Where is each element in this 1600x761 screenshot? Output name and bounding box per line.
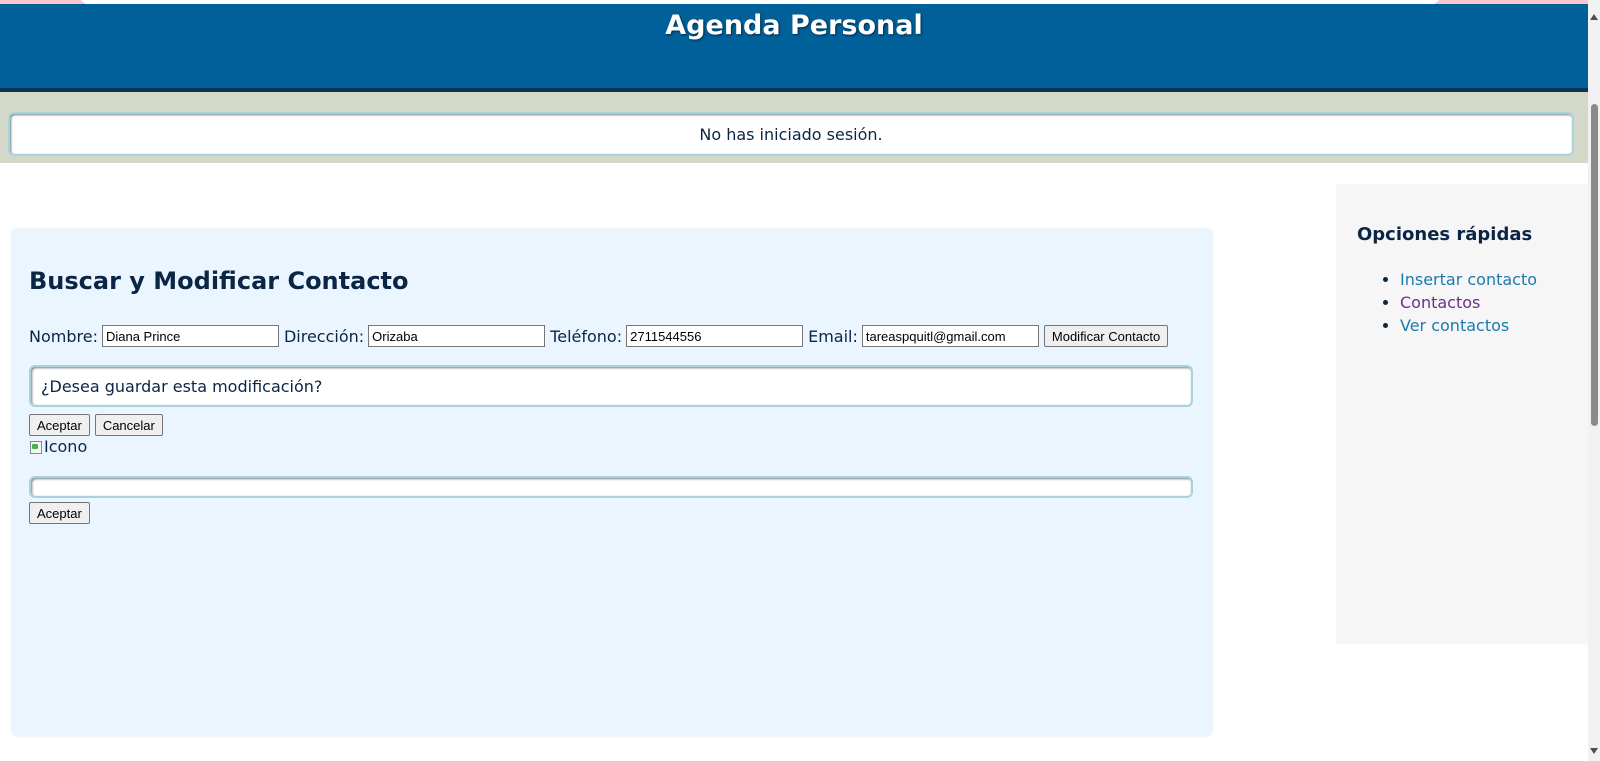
sidebar-link-insertar-contacto[interactable]: Insertar contacto	[1400, 270, 1537, 289]
result-actions: Aceptar	[29, 502, 90, 524]
confirm-accept-button[interactable]: Aceptar	[29, 414, 90, 436]
page-scrollbar[interactable]	[1588, 0, 1600, 761]
sidebar-item-contacts: Contactos	[1400, 291, 1537, 314]
broken-image-icon	[29, 440, 43, 454]
nombre-label: Nombre:	[29, 326, 98, 346]
session-status-text: No has iniciado sesión.	[699, 124, 883, 144]
result-accept-button[interactable]: Aceptar	[29, 502, 90, 524]
site-title: Agenda Personal	[665, 10, 923, 41]
sidebar-link-ver-contactos[interactable]: Ver contactos	[1400, 316, 1509, 335]
icon-image: Icono	[29, 437, 87, 456]
result-message-box	[29, 476, 1193, 498]
main-panel: Buscar y Modificar Contacto Nombre: Dire…	[12, 229, 1212, 736]
scrollbar-thumb[interactable]	[1591, 104, 1598, 426]
quick-options-sidebar: Opciones rápidas Insertar contacto Conta…	[1336, 184, 1588, 644]
confirm-cancel-button[interactable]: Cancelar	[94, 414, 163, 436]
scroll-down-icon[interactable]	[1590, 748, 1598, 754]
session-band: No has iniciado sesión.	[0, 92, 1588, 163]
sidebar-link-contactos[interactable]: Contactos	[1400, 293, 1480, 312]
session-status-box: No has iniciado sesión.	[8, 112, 1574, 156]
page-heading: Buscar y Modificar Contacto	[29, 267, 409, 295]
scroll-up-icon[interactable]	[1590, 14, 1598, 20]
email-label: Email:	[808, 326, 858, 346]
site-header: Agenda Personal	[0, 4, 1588, 92]
direccion-input[interactable]	[368, 325, 546, 347]
modify-contact-button[interactable]: Modificar Contacto	[1043, 325, 1169, 347]
confirm-message-box: ¿Desea guardar esta modificación?	[29, 365, 1193, 407]
sidebar-item-insert: Insertar contacto	[1400, 268, 1537, 291]
icon-image-alt: Icono	[44, 437, 88, 456]
email-input[interactable]	[861, 325, 1039, 347]
sidebar-title: Opciones rápidas	[1357, 224, 1533, 245]
telefono-input[interactable]	[626, 325, 804, 347]
nombre-input[interactable]	[101, 325, 279, 347]
sidebar-links: Insertar contacto Contactos Ver contacto…	[1357, 268, 1537, 337]
direccion-label: Dirección:	[283, 326, 365, 346]
sidebar-item-view: Ver contactos	[1400, 314, 1537, 337]
confirm-question: ¿Desea guardar esta modificación?	[41, 376, 323, 396]
contact-form: Nombre: Dirección: Teléfono: Email: Modi…	[29, 325, 1169, 347]
telefono-label: Teléfono:	[550, 326, 623, 346]
confirm-actions: Aceptar Cancelar	[29, 414, 163, 436]
